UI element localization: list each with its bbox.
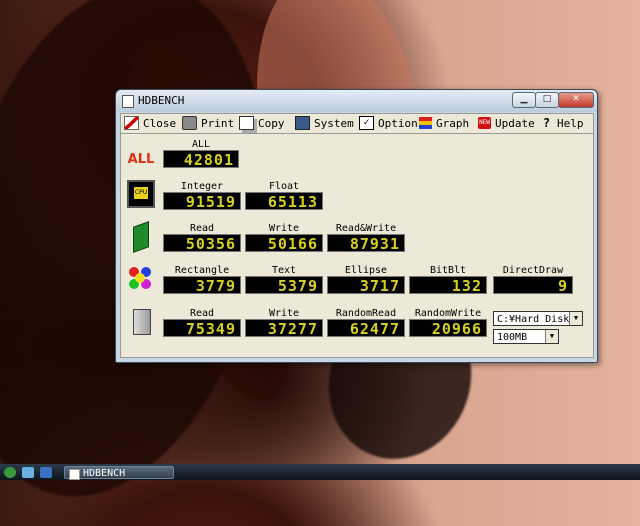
- video-text-value: 5379: [245, 276, 323, 295]
- chevron-down-icon[interactable]: ▼: [545, 330, 558, 343]
- copy-button[interactable]: Copy: [239, 115, 285, 131]
- memory-read-value: 50356: [163, 234, 241, 253]
- all-score-value: 42801: [163, 150, 239, 169]
- chevron-down-icon[interactable]: ▼: [569, 312, 582, 325]
- all-badge-icon: ALL: [127, 152, 155, 167]
- memory-read: Read 50356: [163, 223, 241, 253]
- drive-select[interactable]: C:¥Hard Disk ▼: [493, 311, 583, 326]
- minimize-button[interactable]: ▁: [512, 92, 536, 108]
- disk-write: Write 37277: [245, 308, 323, 338]
- system-button[interactable]: System: [295, 115, 354, 131]
- memory-write: Write 50166: [245, 223, 323, 253]
- size-select[interactable]: 100MB ▼: [493, 329, 559, 344]
- video-rectangle: Rectangle 3779: [163, 265, 241, 295]
- results-panel: ALL ALL 42801 CPU Integer 91519 Float 65…: [120, 133, 594, 358]
- all-score: ALL 42801: [163, 139, 239, 169]
- new-icon: NEW: [478, 117, 491, 129]
- video-directdraw-value: 9: [493, 276, 573, 295]
- video-icon: [127, 265, 155, 293]
- memory-write-value: 50166: [245, 234, 323, 253]
- title-bar[interactable]: HDBENCH ▁ □ ✕: [116, 90, 597, 112]
- graph-button[interactable]: Graph: [419, 115, 469, 131]
- disk-randomread-value: 62477: [327, 319, 405, 338]
- video-directdraw: DirectDraw 9: [493, 265, 573, 295]
- cpu-integer-value: 91519: [163, 192, 241, 211]
- hard-disk-icon: [127, 307, 155, 335]
- cpu-integer: Integer 91519: [163, 181, 241, 211]
- video-text: Text 5379: [245, 265, 323, 295]
- graph-icon: [419, 117, 432, 129]
- printer-icon: [182, 116, 197, 130]
- taskbar: HDBENCH: [0, 464, 640, 480]
- disk-randomwrite-value: 20966: [409, 319, 487, 338]
- maximize-button[interactable]: □: [535, 92, 559, 108]
- toolbar: Close Print Copy System ✓ Option Graph N…: [120, 113, 594, 134]
- taskbar-hdbench-button[interactable]: HDBENCH: [64, 466, 174, 480]
- copy-icon: [239, 116, 254, 130]
- memory-readwrite-value: 87931: [327, 234, 405, 253]
- app-icon: [69, 469, 80, 480]
- system-icon: [295, 116, 310, 130]
- quicklaunch-desktop-icon[interactable]: [22, 467, 34, 478]
- window-title: HDBENCH: [138, 94, 185, 107]
- disk-randomread: RandomRead 62477: [327, 308, 405, 338]
- help-icon: ?: [542, 116, 551, 130]
- print-button[interactable]: Print: [182, 115, 234, 131]
- disk-read-value: 75349: [163, 319, 241, 338]
- close-icon: [124, 116, 139, 130]
- hdbench-window: HDBENCH ▁ □ ✕ Close Print Copy System ✓ …: [115, 89, 598, 363]
- memory-icon: [127, 221, 155, 253]
- disk-write-value: 37277: [245, 319, 323, 338]
- video-ellipse-value: 3717: [327, 276, 405, 295]
- video-ellipse: Ellipse 3717: [327, 265, 405, 295]
- help-button[interactable]: ? Help: [540, 115, 584, 131]
- close-button[interactable]: Close: [124, 115, 176, 131]
- disk-randomwrite: RandomWrite 20966: [409, 308, 487, 338]
- cpu-float-value: 65113: [245, 192, 323, 211]
- start-orb-icon[interactable]: [4, 467, 16, 478]
- quicklaunch-browser-icon[interactable]: [40, 467, 52, 478]
- checkbox-icon: ✓: [359, 116, 374, 130]
- video-rectangle-value: 3779: [163, 276, 241, 295]
- cpu-icon: CPU: [127, 180, 155, 208]
- window-close-button[interactable]: ✕: [558, 92, 594, 108]
- option-button[interactable]: ✓ Option: [359, 115, 418, 131]
- memory-readwrite: Read&Write 87931: [327, 223, 405, 253]
- video-bitblt: BitBlt 132: [409, 265, 487, 295]
- app-icon: [122, 95, 134, 108]
- video-bitblt-value: 132: [409, 276, 487, 295]
- disk-read: Read 75349: [163, 308, 241, 338]
- update-button[interactable]: NEW Update: [478, 115, 535, 131]
- cpu-float: Float 65113: [245, 181, 323, 211]
